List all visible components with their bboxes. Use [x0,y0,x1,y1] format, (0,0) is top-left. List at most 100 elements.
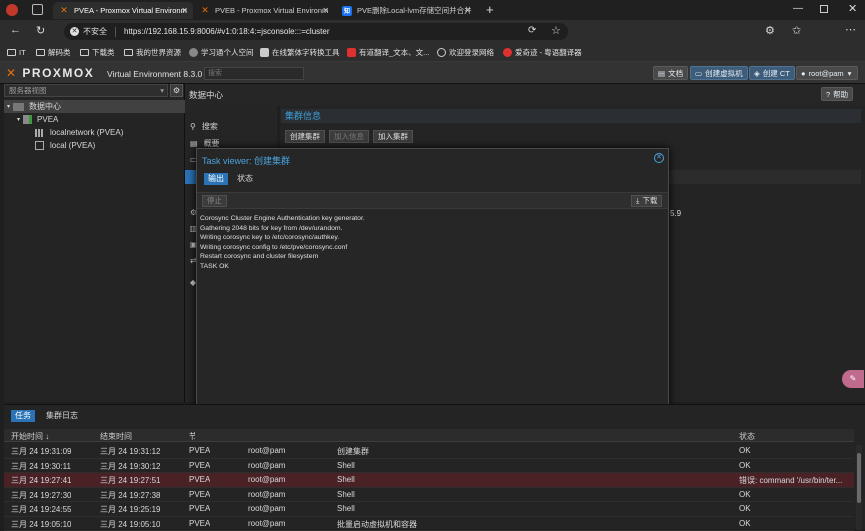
bookmark-folder[interactable]: 我的世界资源 [124,46,181,58]
cell-end: 三月 24 19:27:51 [100,475,160,486]
favorite-star-icon[interactable]: ☆ [551,24,561,37]
cell-user: root@pam [248,490,285,499]
table-row[interactable]: 三月 24 19:30:11三月 24 19:30:12PVEAroot@pam… [4,459,854,474]
zhihu-tab-icon: 知 [342,6,352,16]
translate-icon[interactable]: ⟳ [528,25,536,36]
cell-node: PVEA [189,461,210,470]
url-bar[interactable]: ✕ 不安全 https://192.168.15.9:8006/#v1:0:18… [64,23,568,40]
cell-end: 三月 24 19:31:12 [100,446,160,457]
summary-icon: ▤ [190,139,198,148]
globe-icon [437,48,446,57]
restore-icon[interactable] [820,5,828,13]
bookmark-link[interactable]: 爱奇迹 - 粤语翻译器 [503,46,582,58]
tree-storage-local[interactable]: local (PVEA) [4,139,185,152]
close-window-icon[interactable]: ✕ [848,2,857,15]
scrollbar-thumb[interactable] [857,453,861,503]
close-tab-icon[interactable]: ✕ [464,6,471,15]
folder-icon [36,49,45,56]
bookmark-link[interactable]: 在线繁体字转换工具 [260,46,340,58]
book-icon: ▤ [658,69,665,78]
tab-tasks[interactable]: 任务 [11,410,35,422]
minimize-icon[interactable]: — [793,3,803,14]
create-ct-button[interactable]: ◈创建 CT [749,66,795,80]
download-button[interactable]: ⤓下载 [631,195,662,207]
dialog-title: Task viewer: 创建集群 [202,154,290,167]
browser-tab-bar: ✕ PVEA - Proxmox Virtual Environm ✕ ✕ PV… [0,0,865,20]
server-online-icon [23,115,32,124]
proxmox-tab-icon: ✕ [59,6,69,16]
cell-user: root@pam [248,504,285,513]
browser-profile-icon[interactable] [6,4,18,16]
cell-start: 三月 24 19:27:41 [11,475,71,486]
favorites-icon[interactable]: ✩ [792,24,801,37]
table-row[interactable]: 三月 24 19:31:09三月 24 19:31:12PVEAroot@pam… [4,444,854,459]
cell-start: 三月 24 19:24:55 [11,504,71,515]
close-tab-icon[interactable]: ✕ [181,6,188,15]
col-status[interactable]: 状态 [739,431,755,442]
create-vm-button[interactable]: ▭创建虚拟机 [690,66,748,80]
site-icon [503,48,512,57]
log-line: Gathering 2048 bits for key from /dev/ur… [200,224,665,234]
cell-status: OK [739,461,851,470]
extensions-puzzle-icon[interactable]: ⚙ [765,24,775,37]
col-start[interactable]: 开始时间 ↓ [11,431,49,442]
translate-float-button[interactable]: ✎ [842,370,864,388]
monitor-icon: ▭ [695,69,702,78]
view-selector[interactable]: 服务器视图▾ [4,84,168,97]
tree-datacenter[interactable]: ▾ 数据中心 [4,100,185,113]
col-end[interactable]: 结束时间 [100,431,132,442]
tab-cluster-log[interactable]: 集群日志 [42,410,82,422]
tree-storage-localnetwork[interactable]: localnetwork (PVEA) [4,126,185,139]
tab-pveb[interactable]: ✕ PVEB - Proxmox Virtual Environm ✕ [194,2,334,19]
bookmark-folder[interactable]: 下载类 [80,46,115,58]
cell-status: OK [739,504,851,513]
task-log-output: Corosync Cluster Engine Authentication k… [200,214,665,272]
new-tab-button[interactable]: + [486,2,494,17]
cell-desc: Shell [337,461,355,470]
pve-search-input[interactable] [204,67,304,80]
resource-tree-panel: 服务器视图▾ ⚙ ▾ 数据中心 ▾ PVEA localnetwork (PVE… [4,84,185,402]
reload-icon[interactable]: ↻ [36,24,45,37]
collapse-icon[interactable]: ▾ [17,116,20,123]
bookmark-folder[interactable]: IT [7,46,26,58]
more-menu-icon[interactable]: ⋯ [845,23,856,36]
tab-pvea[interactable]: ✕ PVEA - Proxmox Virtual Environm ✕ [53,2,193,19]
cell-desc: 批量启动虚拟机和容器 [337,519,417,530]
help-button[interactable]: ?帮助 [821,87,853,101]
bookmark-link[interactable]: 有道翻译_文本、文... [347,46,429,58]
col-node[interactable]: 节点 [189,431,195,442]
bookmark-link[interactable]: 学习通个人空间 [189,46,254,58]
tab-zhihu[interactable]: 知 PVE删除Local-lvm存储空间并合并 ✕ [336,2,476,19]
url-divider [115,27,116,37]
user-icon: ● [801,69,806,78]
task-viewer-dialog: Task viewer: 创建集群 ✕ 输出 状态 停止 ⤓下载 Corosyn… [196,148,669,444]
table-row[interactable]: 三月 24 19:27:30三月 24 19:27:38PVEAroot@pam… [4,488,854,503]
close-tab-icon[interactable]: ✕ [322,6,329,15]
cell-desc: Shell [337,475,355,484]
breadcrumb: 数据中心 [189,89,223,101]
tab-status[interactable]: 状态 [233,173,257,185]
gear-icon[interactable]: ⚙ [170,84,183,97]
table-row[interactable]: 三月 24 19:24:55三月 24 19:25:19PVEAroot@pam… [4,502,854,517]
collapse-icon[interactable]: ▾ [7,103,10,110]
tree-node-pvea[interactable]: ▾ PVEA [4,113,185,126]
log-line: Corosync Cluster Engine Authentication k… [200,214,665,224]
workspaces-icon[interactable] [32,4,43,15]
user-menu-button[interactable]: ●root@pam▾ [796,66,858,80]
pve-header: ✕ PROXMOX Virtual Environment 8.3.0 ▤文档 … [0,62,865,84]
join-cluster-button[interactable]: 加入集群 [373,130,413,143]
cell-start: 三月 24 19:27:30 [11,490,71,501]
close-icon[interactable]: ✕ [654,153,664,163]
cell-desc: Shell [337,504,355,513]
docs-button[interactable]: ▤文档 [653,66,688,80]
stop-button[interactable]: 停止 [202,195,227,207]
table-row[interactable]: 三月 24 19:27:41三月 24 19:27:51PVEAroot@pam… [4,473,854,488]
bookmark-folder[interactable]: 解码类 [36,46,71,58]
tab-output[interactable]: 输出 [204,173,228,185]
task-scrollbar[interactable] [856,445,862,530]
nav-search[interactable]: ⚲搜索 [190,121,218,132]
cell-user: root@pam [248,461,285,470]
bookmark-link[interactable]: 欢迎登录网络 [437,46,494,58]
create-cluster-button[interactable]: 创建集群 [285,130,325,143]
back-icon[interactable]: ← [10,24,21,36]
